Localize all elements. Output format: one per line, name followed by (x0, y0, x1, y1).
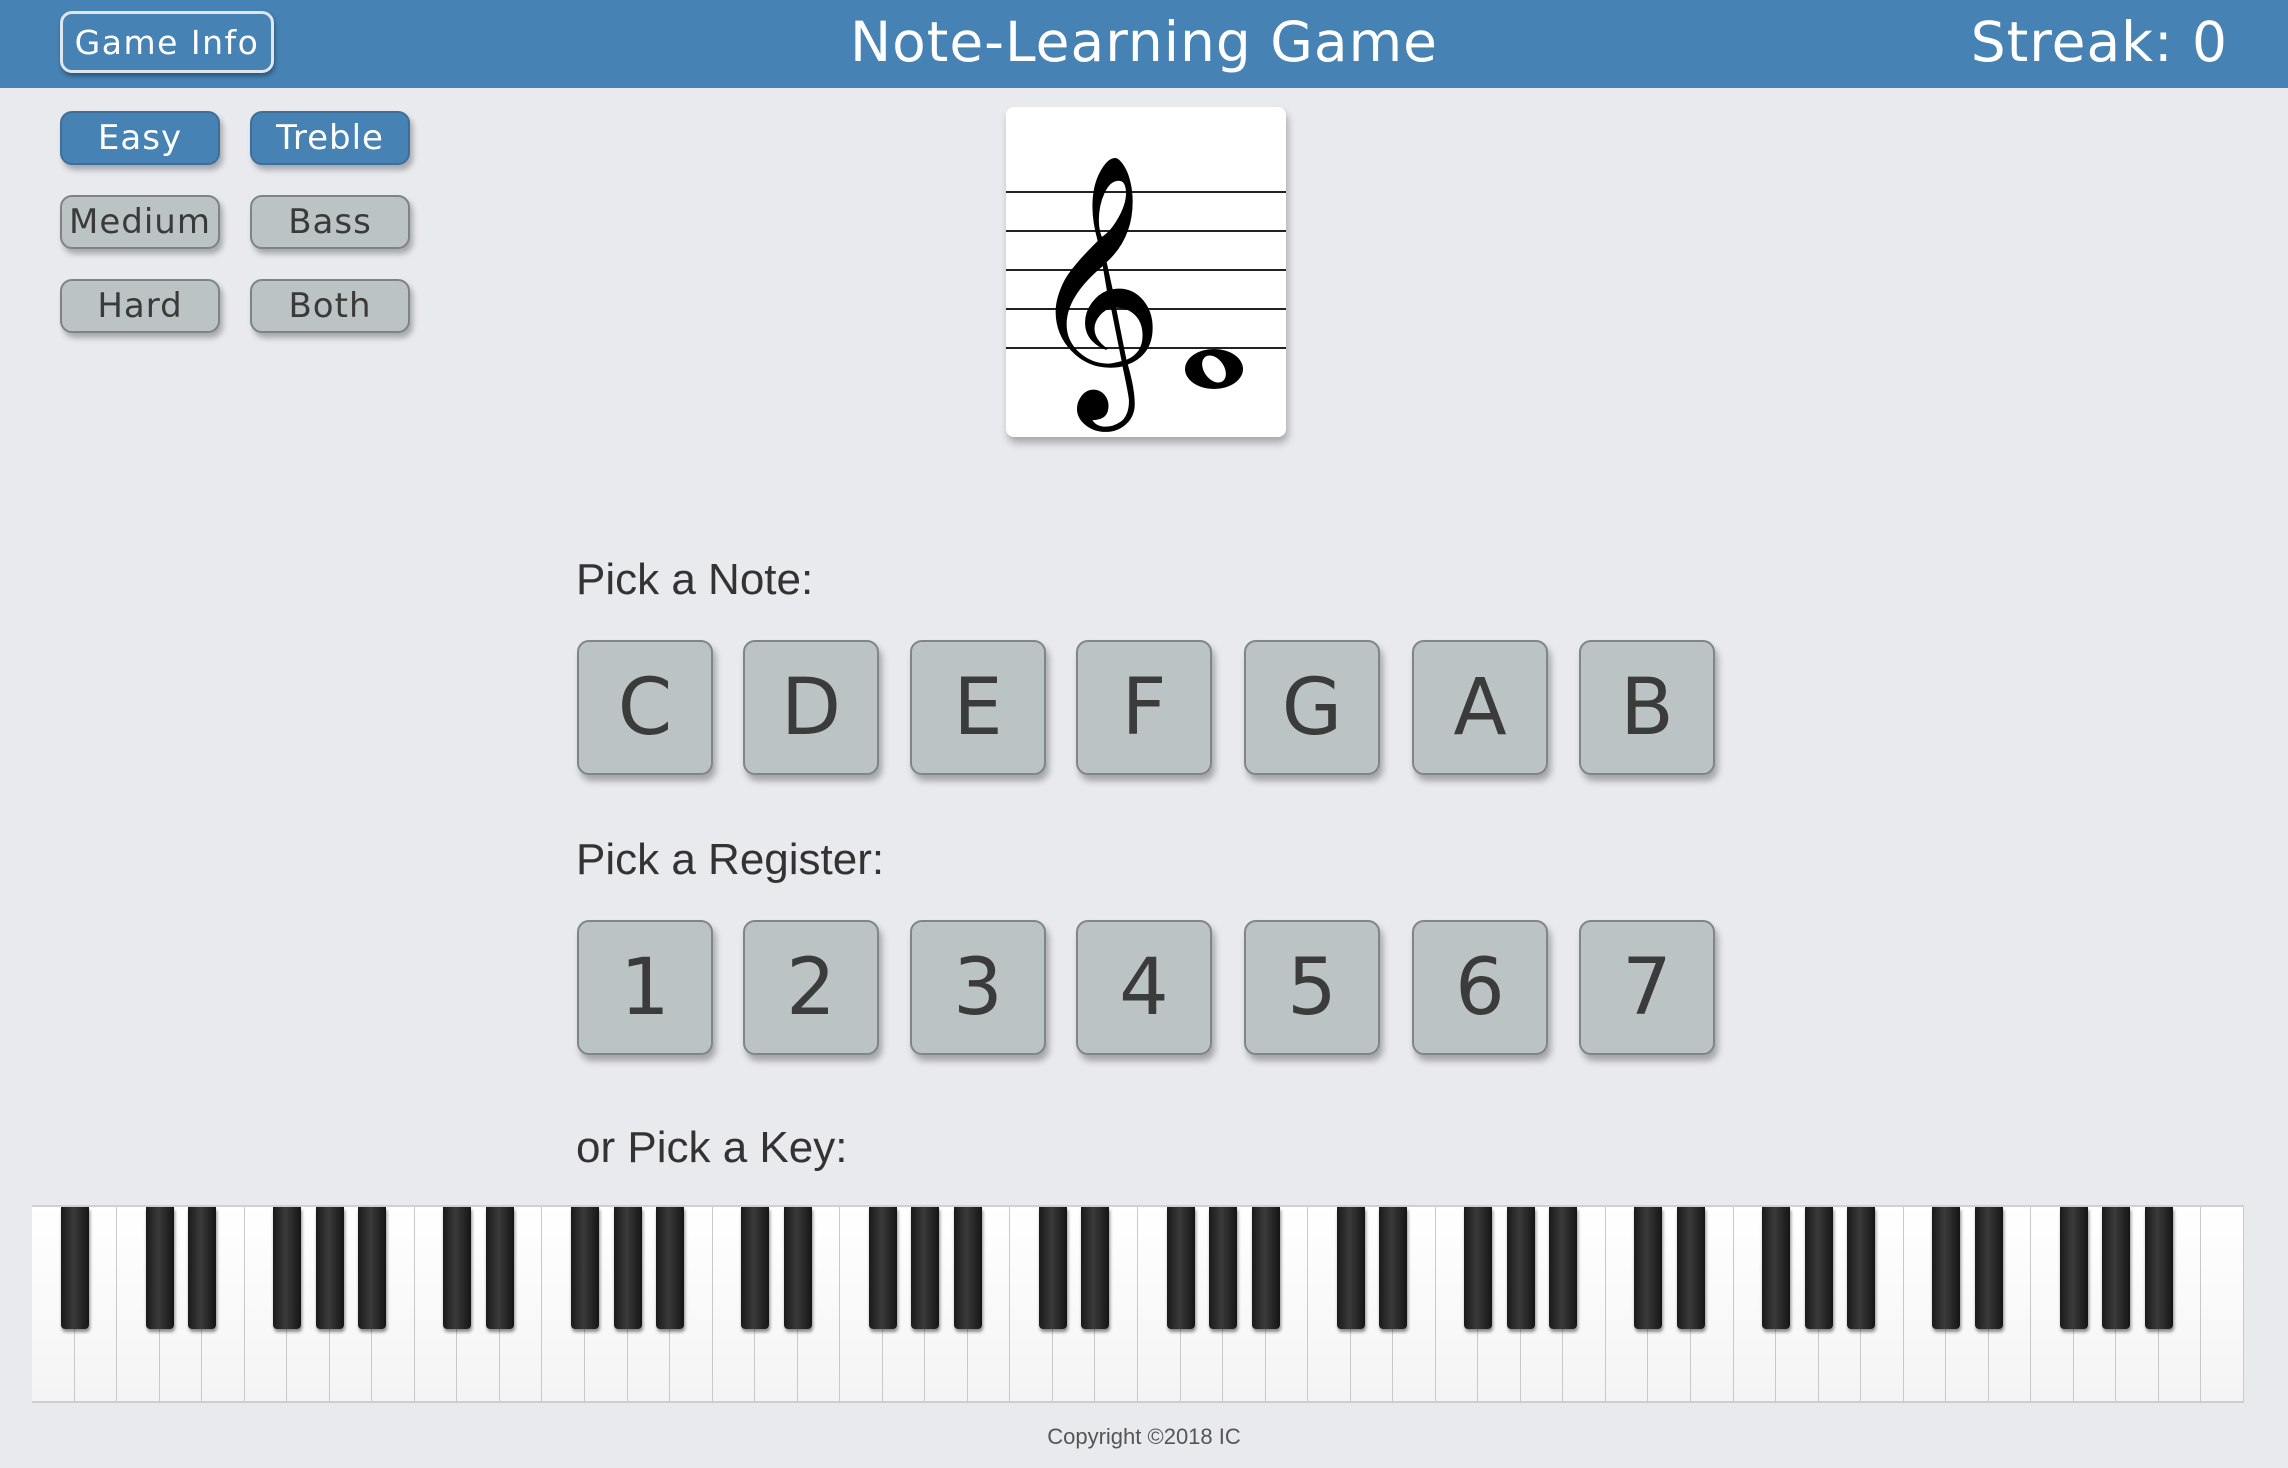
piano-black-key[interactable] (2102, 1207, 2131, 1329)
note-a-button[interactable]: A (1412, 640, 1548, 775)
register-7-button[interactable]: 7 (1579, 920, 1715, 1055)
difficulty-medium-button[interactable]: Medium (60, 195, 220, 249)
register-6-button[interactable]: 6 (1412, 920, 1548, 1055)
piano-black-key[interactable] (1549, 1207, 1578, 1329)
note-e-button[interactable]: E (910, 640, 1046, 775)
note-f-button[interactable]: F (1076, 640, 1212, 775)
register-1-button[interactable]: 1 (577, 920, 713, 1055)
piano-black-key[interactable] (1081, 1207, 1110, 1329)
header-bar: Game Info Note-Learning Game Streak: 0 (0, 0, 2288, 88)
piano-black-key[interactable] (1379, 1207, 1408, 1329)
streak-counter: Streak: 0 (1970, 10, 2228, 74)
piano-black-key[interactable] (315, 1207, 344, 1329)
piano-black-key[interactable] (1166, 1207, 1195, 1329)
piano-black-key[interactable] (2059, 1207, 2088, 1329)
piano-keyboard (32, 1205, 2244, 1403)
piano-black-key[interactable] (485, 1207, 514, 1329)
piano-black-key[interactable] (1974, 1207, 2003, 1329)
difficulty-easy-button[interactable]: Easy (60, 111, 220, 165)
difficulty-hard-button[interactable]: Hard (60, 279, 220, 333)
piano-black-key[interactable] (1038, 1207, 1067, 1329)
register-3-button[interactable]: 3 (910, 920, 1046, 1055)
piano-black-key[interactable] (1251, 1207, 1280, 1329)
music-staff: 𝄞 (1006, 153, 1286, 432)
piano-black-key[interactable] (868, 1207, 897, 1329)
pick-register-label: Pick a Register: (576, 835, 885, 884)
piano-black-key[interactable] (1634, 1207, 1663, 1329)
piano-black-key[interactable] (358, 1207, 387, 1329)
note-b-button[interactable]: B (1579, 640, 1715, 775)
piano-black-key[interactable] (60, 1207, 89, 1329)
piano-black-key[interactable] (1464, 1207, 1493, 1329)
piano-black-key[interactable] (783, 1207, 812, 1329)
piano-black-key[interactable] (1677, 1207, 1705, 1329)
treble-clef-icon: 𝄞 (1028, 153, 1164, 432)
clef-treble-button[interactable]: Treble (250, 111, 410, 165)
piano-black-key[interactable] (1932, 1207, 1961, 1329)
whole-note-icon (1185, 349, 1243, 389)
copyright-text: Copyright ©2018 IC (1047, 1424, 1241, 1449)
staff-card: 𝄞 (1006, 107, 1286, 437)
piano-black-key[interactable] (273, 1207, 302, 1329)
pick-note-label: Pick a Note: (576, 555, 814, 604)
register-5-button[interactable]: 5 (1244, 920, 1380, 1055)
game-info-button[interactable]: Game Info (60, 11, 274, 73)
piano-black-key[interactable] (656, 1207, 685, 1329)
note-g-button[interactable]: G (1244, 640, 1380, 775)
register-2-button[interactable]: 2 (743, 920, 879, 1055)
piano-black-key[interactable] (1209, 1207, 1238, 1329)
piano-black-key[interactable] (1336, 1207, 1365, 1329)
note-c-button[interactable]: C (577, 640, 713, 775)
piano-black-key[interactable] (741, 1207, 770, 1329)
piano-black-key[interactable] (443, 1207, 472, 1329)
piano-black-key[interactable] (1762, 1207, 1791, 1329)
clef-bass-button[interactable]: Bass (250, 195, 410, 249)
register-4-button[interactable]: 4 (1076, 920, 1212, 1055)
piano-black-key[interactable] (571, 1207, 599, 1329)
piano-black-key[interactable] (1847, 1207, 1876, 1329)
pick-key-label: or Pick a Key: (576, 1123, 848, 1172)
piano-black-key[interactable] (613, 1207, 642, 1329)
svg-text:𝄞: 𝄞 (1028, 153, 1164, 432)
piano-black-key[interactable] (953, 1207, 982, 1329)
piano-black-key[interactable] (2144, 1207, 2173, 1329)
piano-black-key[interactable] (1804, 1207, 1833, 1329)
app-title: Note-Learning Game (849, 10, 1439, 74)
piano-black-key[interactable] (911, 1207, 940, 1329)
piano-black-key[interactable] (145, 1207, 174, 1329)
clef-both-button[interactable]: Both (250, 279, 410, 333)
note-d-button[interactable]: D (743, 640, 879, 775)
piano-black-key[interactable] (188, 1207, 217, 1329)
piano-black-key[interactable] (1506, 1207, 1535, 1329)
piano-white-key[interactable] (2201, 1207, 2244, 1403)
app-root: Game Info Note-Learning Game Streak: 0 E… (0, 0, 2288, 1468)
